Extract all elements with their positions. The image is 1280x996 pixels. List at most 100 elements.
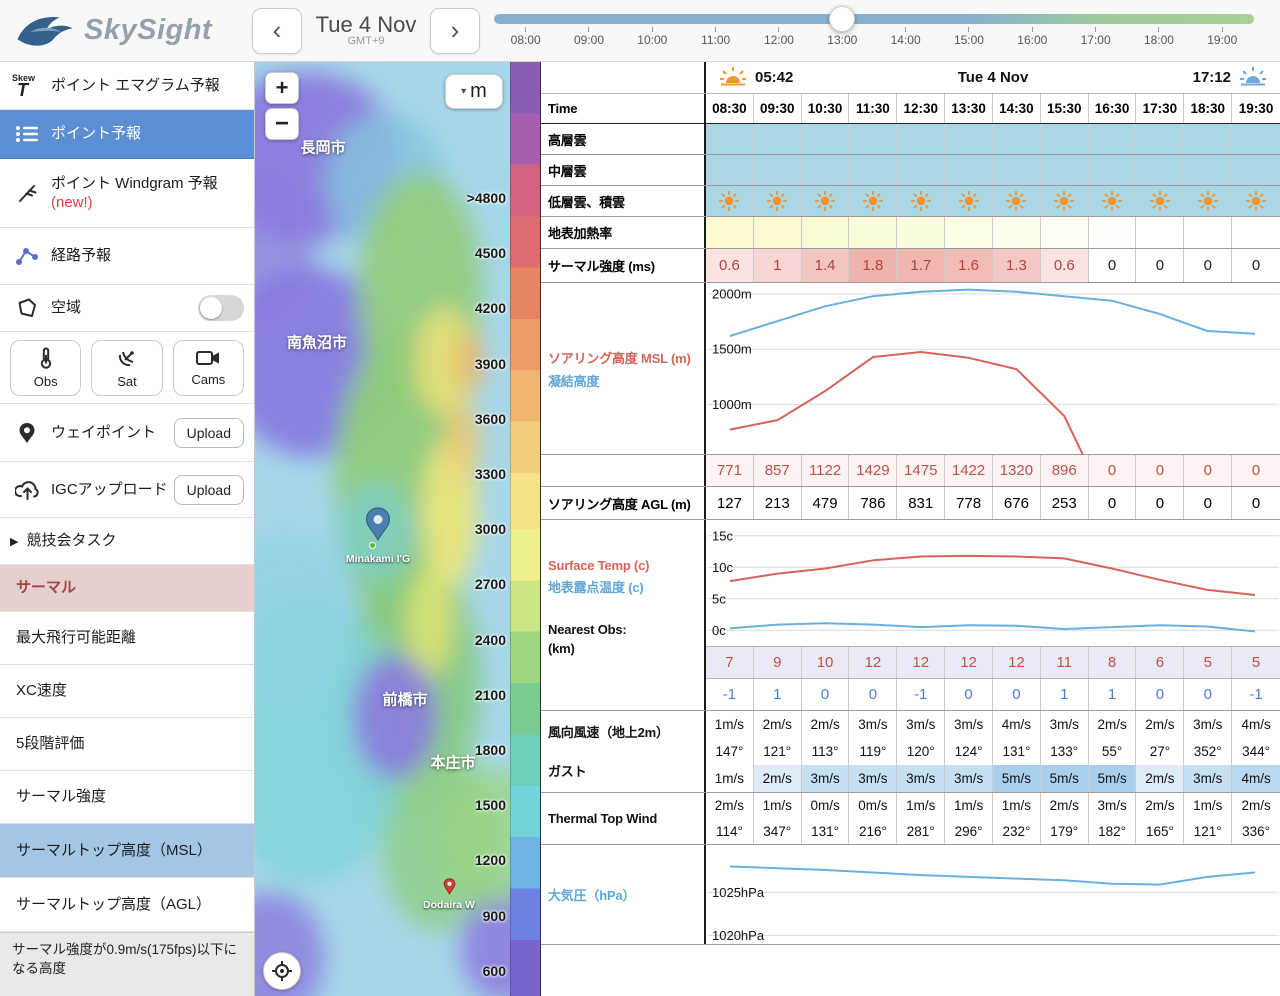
row-label-gust: ガスト <box>548 764 587 779</box>
nearest-obs-row-2: -1 1 0 0 -1 0 0 1 1 0 0 -1 <box>706 678 1280 710</box>
sidebar-item-igc-upload[interactable]: IGCアップロード Upload <box>0 462 254 518</box>
obs-button[interactable]: Obs <box>10 339 82 396</box>
high-cloud-cell <box>801 124 850 154</box>
sidebar-item-point-forecast[interactable]: ポイント予報 <box>0 110 254 159</box>
times-cell: 19:30 <box>1238 101 1274 116</box>
high-cloud-cell <box>1232 124 1280 154</box>
slider-tick: 14:00 <box>874 26 937 47</box>
sat-button[interactable]: Sat <box>91 339 163 396</box>
chevron-down-icon: ▾ <box>461 86 467 97</box>
thermal-top-wind-cell: 1m/s 232° <box>993 793 1041 844</box>
row-label-nearest-obs: Nearest Obs: <box>548 622 627 637</box>
airspace-icon <box>10 297 44 319</box>
mid-cloud-cell <box>849 155 898 185</box>
sidebar-item-windgram[interactable]: ポイント Windgram 予報 (new!) <box>0 159 254 228</box>
time-slider-handle[interactable] <box>829 5 856 32</box>
list-icon <box>10 124 44 144</box>
svg-text:5c: 5c <box>712 591 726 606</box>
sidebar-item-competition-task[interactable]: ▶ 競技会タスク <box>0 518 254 565</box>
skysight-app: SkySight ‹ Tue 4 Nov GMT+9 › 08:00 09:00 1… <box>0 0 1280 996</box>
top-bar: SkySight ‹ Tue 4 Nov GMT+9 › 08:00 09:00 1… <box>0 0 1280 62</box>
airspace-toggle[interactable] <box>198 295 244 321</box>
svg-text:1020hPa: 1020hPa <box>712 928 765 943</box>
high-cloud-cell <box>992 124 1041 154</box>
row-label-thermal-top-wind: Thermal Top Wind <box>548 811 658 826</box>
agl-values-cell: 253 <box>1041 487 1089 519</box>
zoom-out-button[interactable]: − <box>265 108 299 140</box>
igc-upload-button[interactable]: Upload <box>173 474 244 505</box>
svg-text:15c: 15c <box>712 528 733 543</box>
heating-cell <box>753 217 802 248</box>
mid-cloud-cell <box>753 155 802 185</box>
mid-cloud-row: 中層雲 <box>541 155 1280 186</box>
sidebar-item-thermal-top-msl[interactable]: サーマルトップ高度（MSL） <box>0 824 254 878</box>
toggle-knob <box>200 297 222 319</box>
times-cell: 12:30 <box>897 94 946 123</box>
sidebar-item-thermal[interactable]: サーマル <box>0 565 254 612</box>
thermal-strength-cell: 0.6 <box>1040 249 1089 282</box>
sunrise-time: 05:42 <box>755 69 794 86</box>
map[interactable]: >4800 4500 4200 3900 3600 3300 3000 2700 2400 210… <box>255 62 540 996</box>
soaring-height-chart: 2000m 1500m 1000m <box>708 287 1279 454</box>
times-cell: 17:30 <box>1136 94 1185 123</box>
logo: SkySight <box>0 9 252 53</box>
slider-scale: 08:00 09:00 10:00 11:00 12:00 13:00 14:00 15:00… <box>494 26 1254 47</box>
waypoint-upload-button[interactable]: Upload <box>173 417 244 448</box>
location-pin[interactable] <box>365 507 391 546</box>
obs1-cell: 9 <box>753 647 802 678</box>
sidebar-item-thermal-strength[interactable]: サーマル強度 <box>0 771 254 824</box>
agl-values-cell: 0 <box>1251 494 1261 512</box>
sidebar-item-rating[interactable]: 5段階評価 <box>0 718 254 771</box>
obs2-cell: 1 <box>1041 679 1089 710</box>
thermal-strength-cell: 1.6 <box>945 249 993 282</box>
obs2-cell: 0 <box>1136 679 1185 710</box>
low-cloud-cell <box>706 186 754 216</box>
thermal-top-wind-cell: 0m/s 131° <box>802 793 850 844</box>
slider-tick: 08:00 <box>494 26 557 47</box>
cams-button[interactable]: Cams <box>172 339 244 396</box>
dodaira-pin[interactable] <box>443 878 456 900</box>
sidebar-item-route-forecast[interactable]: 経路予報 <box>0 228 254 285</box>
slider-tick: 11:00 <box>684 26 747 47</box>
obs2-cell: -1 <box>1249 686 1263 703</box>
zoom-in-button[interactable]: + <box>265 72 299 104</box>
thermal-top-wind-cell: 1m/s 347° <box>754 793 802 844</box>
sidebar-item-xc-speed[interactable]: XC速度 <box>0 665 254 718</box>
skysight-logo-icon <box>17 16 73 46</box>
unit-selector[interactable]: ▾ m <box>445 74 503 109</box>
times-cell: 18:30 <box>1184 94 1233 123</box>
map-label: 長岡市 <box>300 139 346 157</box>
wind-cell: 2m/s 27° 2m/s <box>1136 711 1185 792</box>
sidebar-item-thermal-top-agl[interactable]: サーマルトップ高度（AGL） <box>0 878 254 932</box>
time-slider-track[interactable] <box>494 13 1254 24</box>
camera-icon <box>196 349 220 370</box>
mid-cloud-cell <box>1040 155 1089 185</box>
mid-cloud-cell <box>1232 155 1280 185</box>
sidebar-item-max-distance[interactable]: 最大飛行可能距離 <box>0 612 254 665</box>
low-cloud-row: 低層雲、積雲 <box>541 186 1280 217</box>
windgram-label: ポイント Windgram 予報 <box>51 174 218 192</box>
obs1-cell: 12 <box>992 647 1041 678</box>
layer-description: サーマル強度が0.9m/s(175fps)以下になる高度 <box>0 932 254 996</box>
row-label-high-cloud: 高層雲 <box>541 124 706 154</box>
heating-cell <box>1040 217 1089 248</box>
svg-text:10c: 10c <box>712 560 733 575</box>
thermal-top-wind-cell: 1m/s 281° <box>897 793 946 844</box>
obs2-cell: 1 <box>1089 679 1137 710</box>
nearest-obs-row-1: 7 9 10 12 12 12 12 11 8 6 5 5 <box>706 646 1280 678</box>
sidebar-item-emagram[interactable]: Skew T ポイント エマグラム予報 <box>0 62 254 110</box>
thermal-top-wind-cell: 2m/s 165° <box>1136 793 1185 844</box>
locate-button[interactable] <box>263 952 301 990</box>
sidebar-item-airspace[interactable]: 空域 <box>0 285 254 332</box>
row-label-soaring-msl: ソアリング高度 MSL (m) <box>548 350 691 366</box>
next-day-button[interactable]: › <box>430 7 480 54</box>
obs1-cell: 5 <box>1184 647 1233 678</box>
thermal-top-wind-cell: 1m/s 121° <box>1184 793 1233 844</box>
row-label-soaring-agl: ソアリング高度 AGL (m) <box>541 487 706 519</box>
heating-cell <box>992 217 1041 248</box>
mid-cloud-cell <box>801 155 850 185</box>
prev-day-button[interactable]: ‹ <box>252 7 302 54</box>
low-cloud-cell <box>1088 186 1137 216</box>
thermal-top-wind-cell: 3m/s 182° <box>1089 793 1137 844</box>
sidebar-item-waypoint[interactable]: ウェイポイント Upload <box>0 404 254 462</box>
